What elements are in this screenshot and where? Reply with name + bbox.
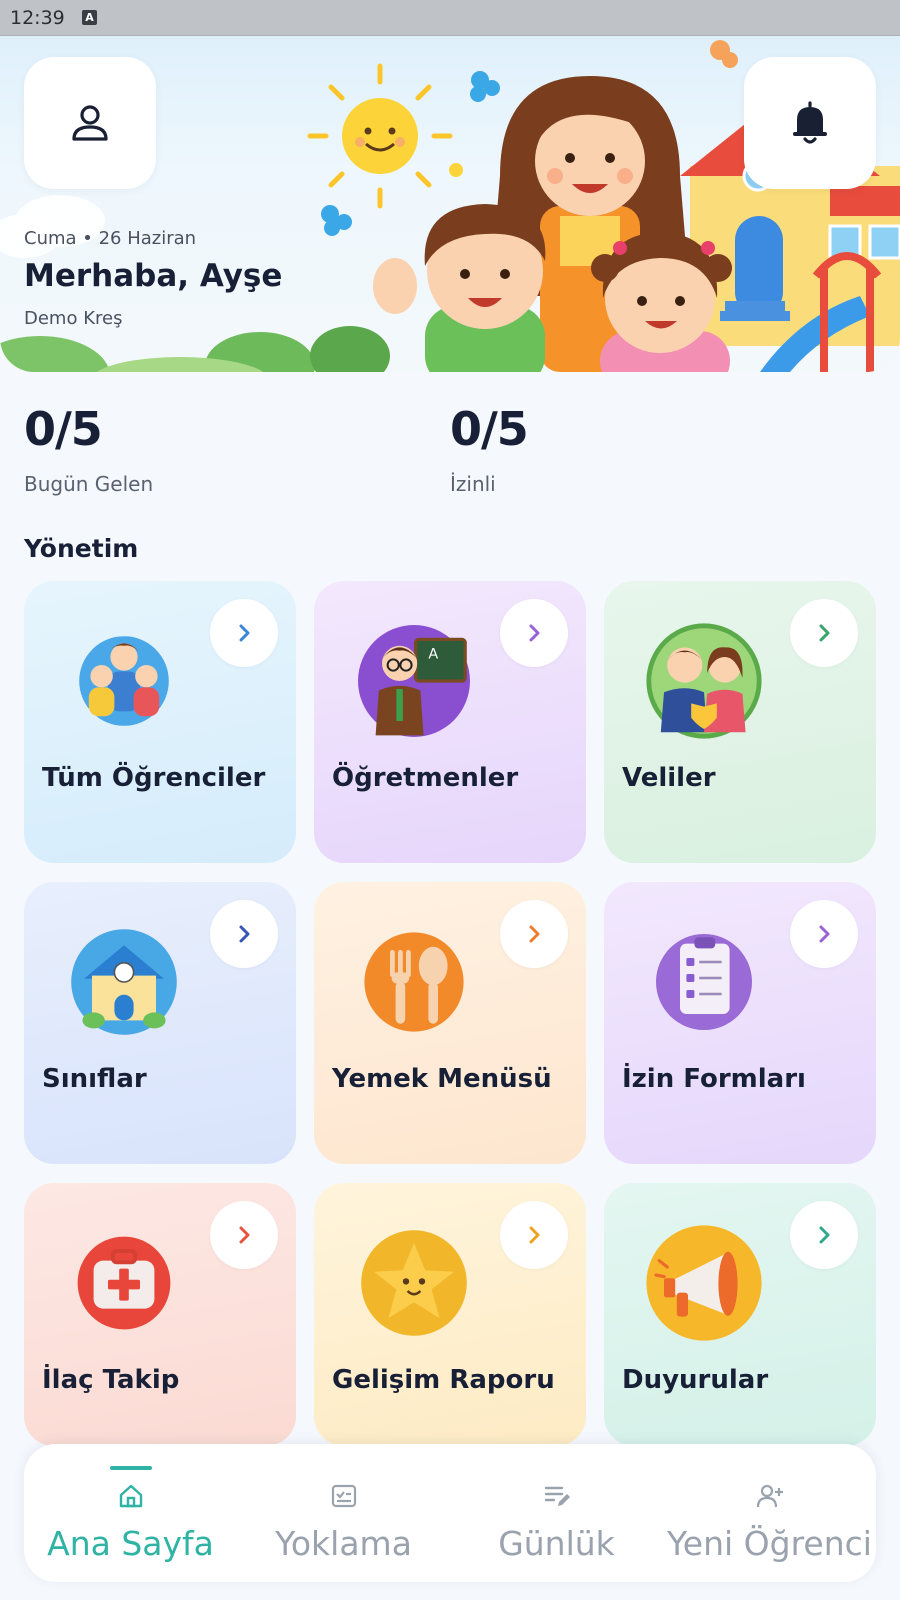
card-label: Sınıflar [42,1064,147,1094]
chevron-right-icon[interactable] [210,1201,278,1269]
journal-edit-icon [544,1486,570,1506]
card-label: Öğretmenler [332,763,519,793]
nav-label-attendance: Yoklama [275,1524,412,1563]
card-first-aid-kit[interactable]: İlaç Takip [24,1183,296,1446]
attendance-check-icon [331,1484,356,1508]
chevron-right-icon[interactable] [500,900,568,968]
card-megaphone[interactable]: Duyurular [604,1183,876,1446]
nav-label-home: Ana Sayfa [47,1524,214,1563]
bell-icon [793,101,827,144]
add-person-icon [756,1484,783,1508]
chevron-right-icon[interactable] [500,599,568,667]
parents-icon [646,623,762,739]
first-aid-kit-icon [77,1236,171,1330]
card-label: Yemek Menüsü [332,1064,552,1094]
chevron-right-icon[interactable] [210,900,278,968]
school-house-icon [71,929,177,1035]
card-parents[interactable]: Veliler [604,581,876,863]
profile-button[interactable] [24,57,156,189]
card-label: Duyurular [622,1365,769,1395]
card-star[interactable]: Gelişim Raporu [314,1183,586,1446]
bottom-navigation: Ana Sayfa Yoklama Günlük Yeni Öğrenci [24,1444,876,1582]
card-label: Veliler [622,763,716,793]
stat-label-arrived: Bugün Gelen [24,472,154,496]
person-icon [72,105,108,141]
chevron-right-icon[interactable] [210,599,278,667]
card-label: İlaç Takip [42,1365,180,1395]
nav-item-home[interactable]: Ana Sayfa [24,1444,237,1582]
nav-label-journal: Günlük [498,1524,615,1563]
stat-value-on-leave: 0/5 [450,402,529,456]
stat-value-arrived: 0/5 [24,402,103,456]
greeting-title: Merhaba, Ayşe [24,258,283,294]
status-indicator-icon: A [82,10,97,25]
stat-label-on-leave: İzinli [450,472,496,496]
card-school-house[interactable]: Sınıflar [24,882,296,1164]
card-fork-spoon[interactable]: Yemek Menüsü [314,882,586,1164]
nav-item-journal[interactable]: Günlük [450,1444,663,1582]
chevron-right-icon[interactable] [790,599,858,667]
current-date: Cuma • 26 Haziran [24,228,197,249]
nav-item-attendance[interactable]: Yoklama [237,1444,450,1582]
teacher-icon: A [358,625,470,737]
card-children-group[interactable]: Tüm Öğrenciler [24,581,296,863]
status-time: 12:39 [10,7,65,29]
notifications-button[interactable] [744,57,876,189]
nav-item-new-student[interactable]: Yeni Öğrenci [663,1444,876,1582]
chevron-right-icon[interactable] [500,1201,568,1269]
chevron-right-icon[interactable] [790,1201,858,1269]
megaphone-icon [646,1225,762,1341]
children-group-icon [79,636,169,726]
boy-illustration [373,204,546,372]
card-teacher[interactable]: A Öğretmenler [314,581,586,863]
status-bar: 12:39 A [0,0,900,36]
fork-spoon-icon [364,932,464,1032]
chevron-right-icon[interactable] [790,900,858,968]
active-tab-indicator [109,1466,152,1470]
clipboard-checklist-icon [656,934,752,1030]
star-icon [361,1230,467,1336]
home-icon [119,1484,142,1508]
card-label: İzin Formları [622,1064,806,1094]
sun-illustration [307,63,453,209]
card-label: Gelişim Raporu [332,1365,555,1395]
nav-label-new-student: Yeni Öğrenci [667,1524,872,1563]
card-label: Tüm Öğrenciler [42,763,266,793]
section-title-management: Yönetim [24,534,139,563]
svg-text:A: A [428,647,438,663]
school-name: Demo Kreş [24,308,123,329]
card-clipboard-checklist[interactable]: İzin Formları [604,882,876,1164]
